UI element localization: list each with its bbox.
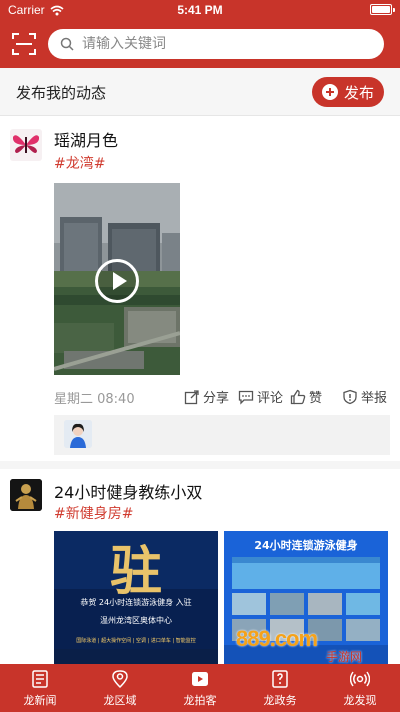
post-image[interactable]: 驻 恭贺 24小时连锁游泳健身 入驻 温州龙湾区奥体中心 国际泳道 | 超大操作…	[54, 531, 218, 664]
topic-tag[interactable]: #新健身房#	[54, 503, 133, 523]
tab-label: 龙新闻	[23, 693, 57, 707]
publish-bar: 发布我的动态 发布	[0, 68, 400, 116]
tab-label: 龙发现	[343, 693, 377, 707]
plus-icon	[321, 84, 338, 100]
poster-line-3: 国际泳道 | 超大操作空间 | 空调 | 进口单车 | 智能监控	[76, 638, 196, 644]
play-button[interactable]	[95, 259, 139, 303]
search-icon	[60, 37, 74, 51]
share-icon	[184, 389, 199, 404]
share-label: 分享	[203, 391, 230, 406]
publish-bar-title: 发布我的动态	[16, 84, 107, 102]
topic-tag[interactable]: #龙湾#	[54, 153, 105, 173]
location-icon	[112, 669, 128, 688]
user-avatar[interactable]	[10, 479, 42, 511]
post-time: 星期二 08:40	[54, 392, 135, 407]
username[interactable]: 瑶湖月色	[54, 127, 118, 151]
publish-button[interactable]: 发布	[312, 77, 384, 107]
tab-government[interactable]: 龙政务	[240, 664, 320, 712]
thumbs-up-icon	[290, 389, 306, 404]
comment-label: 评论	[257, 391, 284, 406]
scan-icon[interactable]	[12, 33, 36, 55]
butterfly-avatar-image	[10, 129, 42, 161]
fitness-avatar-image	[10, 479, 42, 511]
tab-label: 龙区域	[103, 693, 137, 707]
tab-paike[interactable]: 龙拍客	[160, 664, 240, 712]
video-thumbnail[interactable]	[54, 183, 180, 375]
liker-portrait-image	[64, 420, 92, 448]
news-icon	[32, 669, 48, 688]
username[interactable]: 24小时健身教练小双	[54, 479, 202, 503]
post-divider	[0, 461, 400, 469]
search-box[interactable]	[48, 29, 384, 59]
search-input[interactable]	[82, 36, 362, 52]
site-watermark: 889.com 手游网	[234, 626, 384, 664]
like-button[interactable]: 赞	[290, 387, 322, 406]
watermark-main: 889.com	[236, 626, 318, 651]
like-label: 赞	[309, 391, 323, 406]
bottom-tab-bar: 龙新闻 龙区域 龙拍客 龙政务 龙发现	[0, 664, 400, 712]
poster-title: 24小时连锁游泳健身	[254, 539, 358, 552]
comment-icon	[238, 390, 254, 405]
feed[interactable]: 瑶湖月色 #龙湾# 星期二 08:40 分享 评论 赞 举报 24小时健身教练小…	[0, 117, 400, 664]
watermark-sub: 手游网	[326, 650, 363, 664]
post-meta-row: 星期二 08:40 分享 评论 赞 举报	[54, 385, 390, 407]
comment-button[interactable]: 评论	[238, 387, 283, 406]
share-button[interactable]: 分享	[184, 387, 229, 406]
battery-icon	[370, 4, 395, 15]
video-icon	[192, 671, 208, 686]
user-avatar[interactable]	[10, 129, 42, 161]
shield-icon	[343, 389, 357, 404]
government-icon	[272, 669, 288, 688]
status-time: 5:41 PM	[177, 3, 223, 17]
tab-label: 龙拍客	[183, 693, 217, 707]
tab-region[interactable]: 龙区域	[80, 664, 160, 712]
top-bar	[0, 20, 400, 68]
tab-discover[interactable]: 龙发现	[320, 664, 400, 712]
report-button[interactable]: 举报	[342, 387, 387, 406]
likers-box	[54, 415, 390, 455]
report-label: 举报	[361, 391, 388, 406]
status-bar: Carrier 5:41 PM	[0, 0, 400, 20]
publish-button-label: 发布	[343, 83, 374, 102]
tab-news[interactable]: 龙新闻	[0, 664, 80, 712]
poster-line-2: 温州龙湾区奥体中心	[100, 616, 172, 625]
discover-icon	[350, 671, 370, 686]
poster-line-1: 恭贺 24小时连锁游泳健身 入驻	[80, 598, 192, 607]
liker-avatar[interactable]	[64, 420, 92, 448]
poster-big-character: 驻	[110, 541, 163, 602]
tab-label: 龙政务	[263, 693, 297, 707]
